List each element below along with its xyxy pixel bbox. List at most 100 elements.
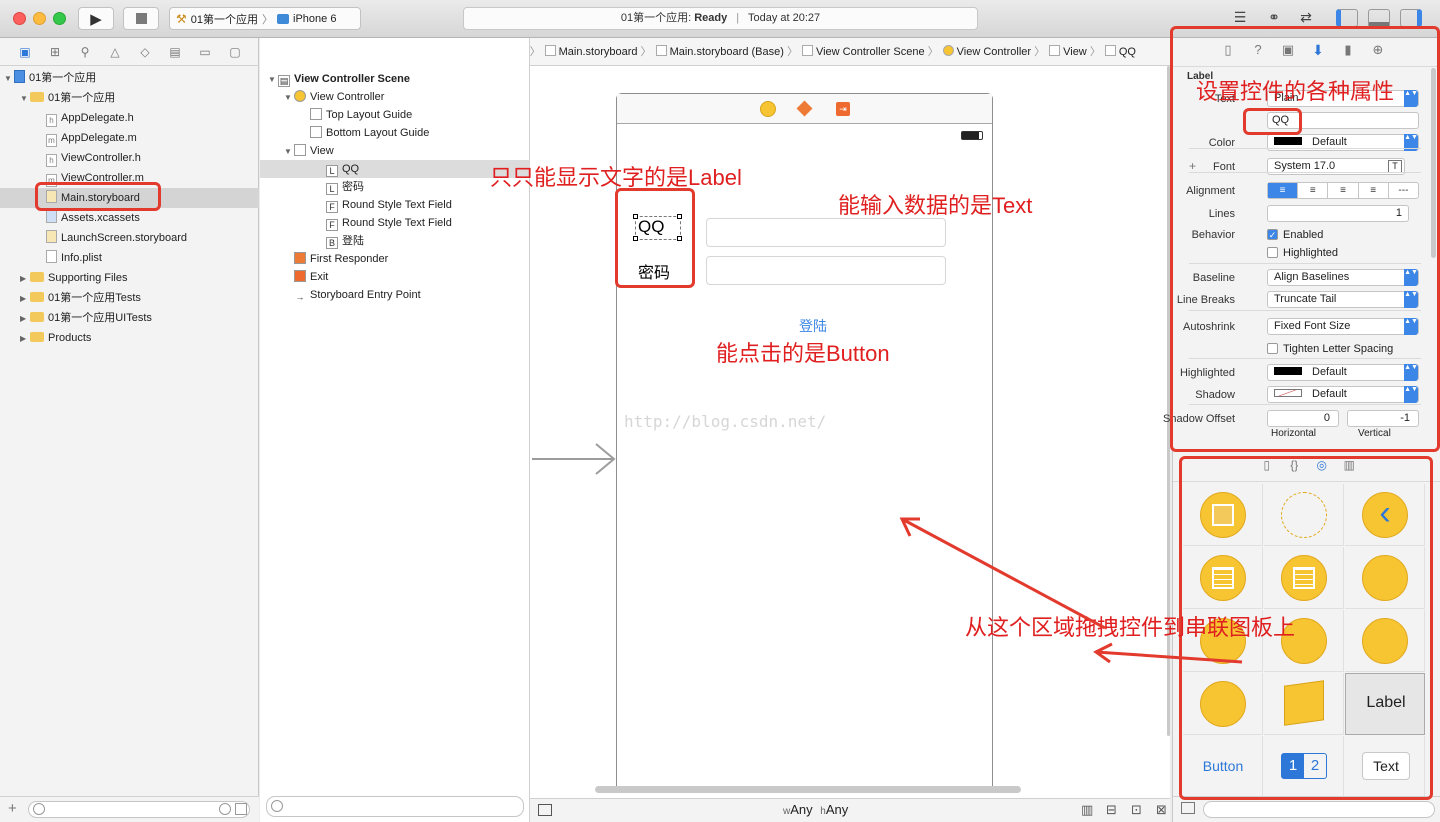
filter-icon — [271, 800, 283, 812]
folder-icon — [30, 272, 44, 282]
highlight-main-storyboard — [35, 182, 161, 211]
disclosure-icon[interactable]: ▼ — [284, 143, 294, 161]
navigator-item[interactable]: LaunchScreen.storyboard — [0, 228, 259, 248]
run-button[interactable]: ▶ — [78, 7, 114, 30]
toggle-navigator-icon[interactable] — [1336, 9, 1358, 27]
navigator-item[interactable]: m AppDelegate.m — [0, 128, 259, 148]
report-icon[interactable]: ▢ — [220, 45, 250, 59]
navigator-item[interactable]: ▶ 01第一个应用UITests — [0, 308, 259, 328]
filter-input[interactable] — [28, 801, 250, 818]
outline-item[interactable]: ▼ ▤ View Controller Scene — [260, 70, 530, 88]
grid-view-icon[interactable] — [1181, 802, 1195, 814]
outline-item[interactable]: Top Layout Guide — [260, 106, 530, 124]
login-button[interactable]: 登陆 — [799, 316, 827, 336]
outline-item[interactable]: → Storyboard Entry Point — [260, 286, 530, 304]
document-outline: ▼ ▤ View Controller Scene ▼ View Controller T… — [260, 38, 530, 822]
library-filter-input[interactable] — [1203, 801, 1435, 818]
outline-item[interactable]: ▼ View — [260, 142, 530, 160]
add-icon[interactable]: + — [8, 800, 17, 817]
navigator-item-label: AppDelegate.h — [61, 112, 134, 124]
disclosure-icon[interactable]: ▼ — [4, 69, 14, 89]
disclosure-icon[interactable]: ▶ — [20, 289, 30, 309]
first-responder-icon[interactable] — [796, 100, 813, 117]
align-icon[interactable]: ⊟ — [1106, 802, 1117, 818]
stop-icon — [135, 13, 147, 24]
symbol-icon[interactable]: ⊞ — [40, 45, 70, 59]
stop-button[interactable] — [123, 7, 159, 30]
minimize-window-button[interactable] — [33, 12, 46, 25]
size-class-control[interactable]: wAny hAny — [783, 802, 848, 817]
m-file-icon: m — [46, 134, 57, 147]
navigator-item[interactable]: ▶ Supporting Files — [0, 268, 259, 288]
qq-text-field[interactable] — [706, 218, 946, 247]
breadcrumb-icon — [544, 45, 556, 56]
test-icon[interactable]: ◇ — [130, 45, 160, 59]
scm-filter-icon[interactable] — [235, 803, 247, 815]
disclosure-icon[interactable]: ▶ — [20, 269, 30, 289]
outline-item[interactable]: F Round Style Text Field — [260, 214, 530, 232]
password-text-field[interactable] — [706, 256, 946, 285]
navigator-item-label: Info.plist — [61, 252, 102, 264]
breadcrumb-item[interactable]: Main.storyboard 〉 — [544, 38, 652, 66]
pin-icon[interactable]: ⊡ — [1131, 802, 1142, 818]
disclosure-icon[interactable]: ▼ — [20, 89, 30, 109]
highlight-text-value — [1243, 108, 1302, 135]
close-window-button[interactable] — [13, 12, 26, 25]
outline-item-label: Top Layout Guide — [326, 109, 413, 121]
toggle-utilities-icon[interactable] — [1400, 9, 1422, 27]
folder-icon[interactable]: ▣ — [10, 45, 40, 59]
navigator-item[interactable]: Assets.xcassets — [0, 208, 259, 228]
outline-item[interactable]: Exit — [260, 268, 530, 286]
outline-filter-input[interactable] — [266, 796, 524, 817]
outline-item-icon: B — [326, 237, 338, 249]
disclosure-icon[interactable]: ▶ — [20, 329, 30, 349]
status-time: Today at 20:27 — [748, 12, 821, 24]
outline-item-label: Storyboard Entry Point — [310, 289, 421, 301]
navigator-item[interactable]: h AppDelegate.h — [0, 108, 259, 128]
navigator-item[interactable]: h ViewController.h — [0, 148, 259, 168]
navigator-item[interactable]: ▼ 01第一个应用 — [0, 88, 259, 108]
navigator-item[interactable]: Info.plist — [0, 248, 259, 268]
breadcrumb-label: View Controller Scene — [815, 46, 925, 58]
debug-icon[interactable]: ▤ — [160, 45, 190, 59]
toggle-debug-icon[interactable] — [1368, 9, 1390, 27]
navigator-item[interactable]: ▼ 01第一个应用 — [0, 68, 259, 88]
outline-item[interactable]: F Round Style Text Field — [260, 196, 530, 214]
breadcrumb-separator: 〉 — [637, 46, 652, 58]
outline-item[interactable]: B 登陆 — [260, 232, 530, 250]
outline-item-icon: ▤ — [278, 75, 290, 87]
assets-file-icon — [46, 210, 57, 223]
zoom-window-button[interactable] — [53, 12, 66, 25]
recent-icon[interactable] — [219, 803, 231, 815]
resolve-icon[interactable]: ⊠ — [1156, 802, 1167, 818]
navigator-item[interactable]: ▶ 01第一个应用Tests — [0, 288, 259, 308]
breadcrumb-item[interactable]: View 〉 — [1049, 38, 1101, 66]
stack-icon[interactable]: ▥ — [1081, 802, 1093, 818]
exit-icon[interactable]: ⇥ — [836, 102, 850, 116]
warning-icon[interactable]: △ — [100, 45, 130, 59]
outline-item[interactable]: First Responder — [260, 250, 530, 268]
breadcrumb-icon — [942, 45, 954, 56]
navigator-item-label: LaunchScreen.storyboard — [61, 232, 187, 244]
navigator-item[interactable]: ▶ Products — [0, 328, 259, 348]
breadcrumb-item[interactable]: View Controller Scene 〉 — [801, 38, 939, 66]
outline-item[interactable]: ▼ View Controller — [260, 88, 530, 106]
horizontal-scrollbar[interactable] — [595, 786, 1021, 793]
disclosure-icon[interactable]: ▶ — [20, 309, 30, 329]
outline-item[interactable]: Bottom Layout Guide — [260, 124, 530, 142]
height-class: Any — [825, 802, 849, 817]
navigator-tabs: ▣ ⊞ ⚲ △ ◇ ▤ ▭ ▢ — [0, 38, 259, 66]
scheme-selector[interactable]: ⚒ 01第一个应用 〉 iPhone 6 — [169, 7, 361, 30]
breadcrumb-item[interactable]: Main.storyboard (Base) 〉 — [655, 38, 798, 66]
breakpoint-icon[interactable]: ▭ — [190, 45, 220, 59]
view-controller-icon[interactable] — [760, 101, 776, 117]
outline-item-label: View Controller Scene — [294, 73, 410, 85]
disclosure-icon[interactable]: ▼ — [268, 71, 278, 89]
outline-item-label: First Responder — [310, 253, 389, 265]
breadcrumb-item[interactable]: View Controller 〉 — [942, 38, 1045, 66]
breadcrumb-item[interactable]: QQ — [1104, 38, 1136, 66]
navigator-item-label: 01第一个应用UITests — [48, 312, 152, 324]
disclosure-icon[interactable]: ▼ — [284, 89, 294, 107]
search-icon[interactable]: ⚲ — [70, 45, 100, 59]
outline-toggle-icon[interactable] — [538, 804, 552, 816]
